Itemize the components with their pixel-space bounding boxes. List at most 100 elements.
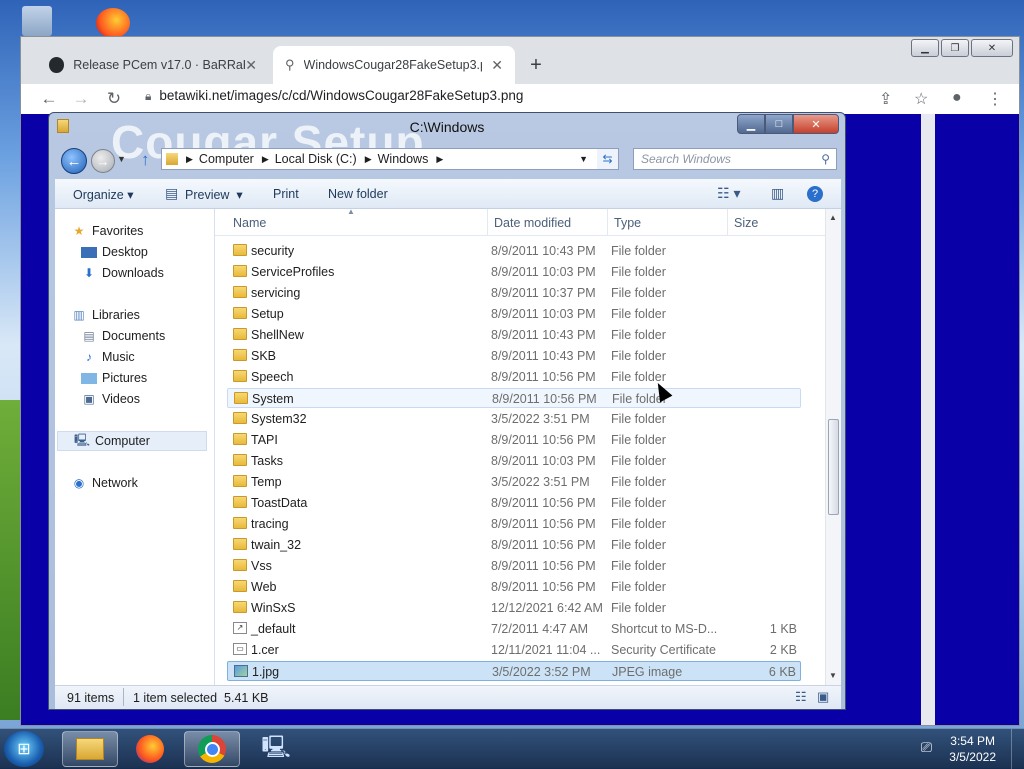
- search-input[interactable]: Search Windows ⚲: [633, 148, 837, 170]
- table-row[interactable]: WinSxS 12/12/2021 6:42 AM File folder: [227, 598, 801, 618]
- table-row[interactable]: servicing 8/9/2011 10:37 PM File folder: [227, 283, 801, 303]
- column-size[interactable]: Size: [734, 216, 758, 230]
- table-row[interactable]: System32 3/5/2022 3:51 PM File folder: [227, 409, 801, 429]
- table-row[interactable]: SKB 8/9/2011 10:43 PM File folder: [227, 346, 801, 366]
- large-icons-view-icon[interactable]: ▣: [817, 689, 829, 705]
- chevron-right-icon[interactable]: ▶: [436, 154, 443, 165]
- scroll-up-arrow-icon[interactable]: ▲: [829, 213, 837, 222]
- view-options-icon[interactable]: ☷ ▾: [717, 185, 740, 202]
- up-arrow-icon[interactable]: ↑: [141, 150, 150, 170]
- preview-menu[interactable]: Preview ▾: [185, 187, 243, 202]
- nav-network[interactable]: ◉ Network: [71, 473, 230, 493]
- back-arrow-icon[interactable]: ←: [38, 88, 60, 110]
- table-row[interactable]: ↗ _default 7/2/2011 4:47 AM Shortcut to MS-…: [227, 619, 801, 639]
- chevron-right-icon[interactable]: ▶: [186, 154, 193, 165]
- print-button[interactable]: Print: [273, 187, 299, 201]
- file-type: Security Certificate: [611, 643, 716, 657]
- table-row[interactable]: tracing 8/9/2011 10:56 PM File folder: [227, 514, 801, 534]
- table-row[interactable]: Setup 8/9/2011 10:03 PM File folder: [227, 304, 801, 324]
- forward-arrow-icon[interactable]: →: [70, 88, 92, 110]
- breadcrumb-local-disk[interactable]: Local Disk (C:): [275, 152, 357, 166]
- table-row[interactable]: Web 8/9/2011 10:56 PM File folder: [227, 577, 801, 597]
- chevron-right-icon[interactable]: ▶: [262, 154, 269, 165]
- new-tab-button[interactable]: +: [521, 50, 551, 80]
- back-arrow-icon[interactable]: ←: [61, 148, 87, 174]
- explorer-titlebar: Cougar Setup C:\Windows ▁ □ ✕: [49, 113, 845, 168]
- table-row[interactable]: System 8/9/2011 10:56 PM File folder: [227, 388, 801, 408]
- firefox-desktop-icon[interactable]: [96, 8, 130, 38]
- start-button[interactable]: ⊞: [4, 731, 44, 767]
- table-row[interactable]: TAPI 8/9/2011 10:56 PM File folder: [227, 430, 801, 450]
- bookmark-star-icon[interactable]: ☆: [914, 89, 928, 109]
- chevron-right-icon[interactable]: ▶: [365, 154, 372, 165]
- history-dropdown-icon[interactable]: ▼: [117, 154, 126, 164]
- column-divider[interactable]: [487, 209, 488, 235]
- close-button[interactable]: ✕: [971, 39, 1013, 57]
- organize-menu[interactable]: Organize ▾: [73, 187, 133, 202]
- table-row[interactable]: Vss 8/9/2011 10:56 PM File folder: [227, 556, 801, 576]
- table-row[interactable]: ToastData 8/9/2011 10:56 PM File folder: [227, 493, 801, 513]
- share-icon[interactable]: ⇪: [879, 89, 892, 109]
- nav-libraries[interactable]: ▥ Libraries: [71, 305, 230, 325]
- file-name: WinSxS: [251, 601, 296, 615]
- file-type: File folder: [611, 307, 666, 321]
- address-bar[interactable]: 🔒︎ betawiki.net/images/c/cd/WindowsCougar…: [145, 88, 523, 104]
- close-button[interactable]: ✕: [793, 114, 839, 134]
- chevron-down-icon[interactable]: ▼: [579, 154, 588, 164]
- taskbar: ⊞ 🖳︎ ⎚ 3:54 PM 3/5/2022: [0, 728, 1024, 769]
- column-type[interactable]: Type: [614, 216, 641, 230]
- details-view-icon[interactable]: ☷: [795, 689, 807, 705]
- lock-icon: 🔒︎: [145, 89, 152, 103]
- table-row[interactable]: ServiceProfiles 8/9/2011 10:03 PM File fol…: [227, 262, 801, 282]
- table-row[interactable]: 1.jpg 3/5/2022 3:52 PM JPEG image 6 KB: [227, 661, 801, 681]
- folder-icon: [233, 307, 247, 319]
- file-date: 8/9/2011 10:56 PM: [491, 496, 596, 510]
- table-row[interactable]: security 8/9/2011 10:43 PM File folder: [227, 241, 801, 261]
- minimize-button[interactable]: ▁: [737, 114, 765, 134]
- column-date[interactable]: Date modified: [494, 216, 571, 230]
- network-tray-icon[interactable]: ⎚: [921, 739, 932, 756]
- taskbar-remote-desktop[interactable]: 🖳︎: [248, 731, 304, 767]
- taskbar-explorer[interactable]: [62, 731, 118, 767]
- table-row[interactable]: Temp 3/5/2022 3:51 PM File folder: [227, 472, 801, 492]
- maximize-button[interactable]: ❐: [941, 39, 969, 57]
- show-desktop-button[interactable]: [1011, 729, 1024, 769]
- tab-release-pcem[interactable]: Release PCem v17.0 · BaRRaKudaRa ✕: [37, 46, 269, 84]
- breadcrumb-computer[interactable]: Computer: [199, 152, 254, 166]
- taskbar-chrome[interactable]: [184, 731, 240, 767]
- column-divider[interactable]: [727, 209, 728, 235]
- system-clock[interactable]: 3:54 PM 3/5/2022: [949, 733, 996, 765]
- forward-arrow-icon[interactable]: →: [91, 149, 115, 173]
- scroll-down-arrow-icon[interactable]: ▼: [829, 671, 837, 680]
- new-folder-button[interactable]: New folder: [328, 187, 388, 201]
- file-size: 2 KB: [769, 643, 797, 657]
- close-tab-icon[interactable]: ✕: [491, 57, 503, 74]
- tab-image[interactable]: ⚲ WindowsCougar28FakeSetup3.png ✕: [273, 46, 515, 84]
- maximize-button[interactable]: □: [765, 114, 793, 134]
- profile-avatar-icon[interactable]: ●: [952, 89, 962, 107]
- scroll-thumb[interactable]: [828, 419, 839, 515]
- table-row[interactable]: ShellNew 8/9/2011 10:43 PM File folder: [227, 325, 801, 345]
- column-name[interactable]: Name: [233, 216, 266, 230]
- column-divider[interactable]: [607, 209, 608, 235]
- table-row[interactable]: ▭ 1.cer 12/11/2021 11:04 ... Security Certi…: [227, 640, 801, 660]
- table-row[interactable]: Speech 8/9/2011 10:56 PM File folder: [227, 367, 801, 387]
- help-icon[interactable]: ?: [807, 186, 823, 202]
- nav-computer[interactable]: 🖳︎ Computer: [57, 431, 207, 451]
- table-row[interactable]: twain_32 8/9/2011 10:56 PM File folder: [227, 535, 801, 555]
- breadcrumb-windows[interactable]: Windows: [378, 152, 429, 166]
- refresh-icon[interactable]: ⇆: [597, 148, 619, 170]
- recycle-bin-icon[interactable]: [22, 6, 52, 36]
- taskbar-firefox[interactable]: [122, 731, 178, 767]
- minimize-button[interactable]: ▁: [911, 39, 939, 57]
- table-row[interactable]: Tasks 8/9/2011 10:03 PM File folder: [227, 451, 801, 471]
- breadcrumb[interactable]: ▶ Computer ▶ Local Disk (C:) ▶ Windows ▶…: [161, 148, 619, 170]
- folder-icon: [233, 412, 247, 424]
- nav-favorites[interactable]: ★ Favorites: [71, 221, 230, 241]
- vertical-scrollbar[interactable]: ▲ ▼: [825, 209, 841, 685]
- preview-pane-icon[interactable]: ▥: [771, 185, 784, 202]
- search-icon[interactable]: ⚲: [821, 149, 830, 169]
- reload-icon[interactable]: ↻: [103, 88, 125, 110]
- menu-kebab-icon[interactable]: ⋮: [987, 89, 1003, 109]
- close-tab-icon[interactable]: ✕: [245, 57, 257, 74]
